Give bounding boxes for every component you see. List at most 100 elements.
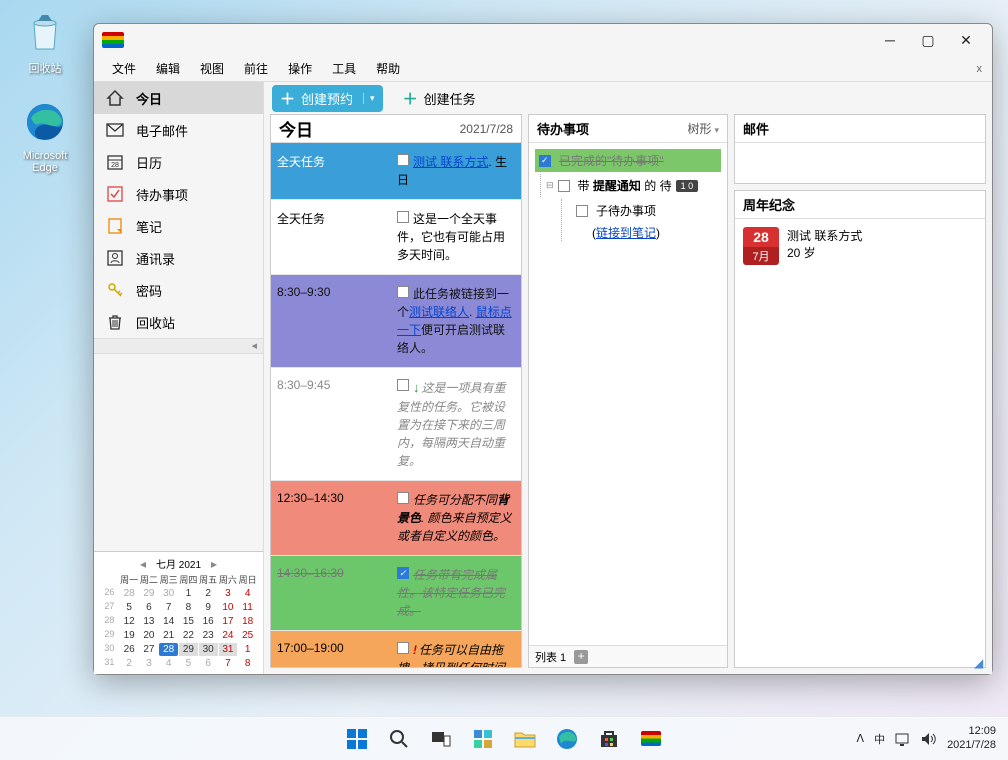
nav-calendar[interactable]: 28 日历 bbox=[94, 146, 263, 178]
minical-day[interactable]: 2 bbox=[120, 657, 139, 670]
checkbox[interactable] bbox=[558, 180, 570, 192]
nav-contacts[interactable]: 通讯录 bbox=[94, 242, 263, 274]
create-task-button[interactable]: ＋ 创建任务 bbox=[395, 85, 484, 112]
checkbox[interactable] bbox=[397, 286, 409, 298]
checkbox[interactable] bbox=[397, 211, 409, 223]
menu-edit[interactable]: 编辑 bbox=[146, 57, 190, 80]
minimize-button[interactable]: ─ bbox=[882, 32, 898, 48]
checkbox-checked[interactable] bbox=[539, 155, 551, 167]
minical-day[interactable]: 3 bbox=[219, 587, 238, 600]
minical-next[interactable]: ▸ bbox=[207, 557, 221, 571]
minical-day[interactable]: 5 bbox=[120, 601, 139, 614]
minical-day[interactable]: 7 bbox=[159, 601, 178, 614]
minical-day[interactable]: 1 bbox=[179, 587, 198, 600]
nav-trash[interactable]: 回收站 bbox=[94, 306, 263, 338]
minical-day[interactable]: 2 bbox=[199, 587, 218, 600]
app-taskbar-button[interactable] bbox=[633, 721, 669, 757]
event-row-allday2[interactable]: 全天任务 这是一个全天事件，它也有可能占用多天时间。 bbox=[271, 200, 521, 275]
minical-day[interactable]: 28 bbox=[159, 643, 178, 656]
menu-actions[interactable]: 操作 bbox=[278, 57, 322, 80]
minical-day[interactable]: 15 bbox=[179, 615, 198, 628]
todo-view-mode[interactable]: 树形▾ bbox=[687, 120, 719, 137]
taskview-button[interactable] bbox=[423, 721, 459, 757]
close-button[interactable]: ✕ bbox=[958, 32, 974, 48]
todo-subitem[interactable]: 子待办事项 (链接到笔记) bbox=[561, 199, 721, 241]
minical-day[interactable]: 30 bbox=[159, 587, 178, 600]
dropdown-icon[interactable]: ▾ bbox=[363, 93, 375, 104]
start-button[interactable] bbox=[339, 721, 375, 757]
event-link[interactable]: 测试联络人 bbox=[409, 305, 469, 319]
minical-day[interactable]: 1 bbox=[238, 643, 257, 656]
todo-link[interactable]: 链接到笔记 bbox=[596, 226, 656, 240]
minical-day[interactable]: 5 bbox=[179, 657, 198, 670]
minical-day[interactable]: 7 bbox=[219, 657, 238, 670]
minical-day[interactable]: 19 bbox=[120, 629, 139, 642]
minical-day[interactable]: 13 bbox=[140, 615, 159, 628]
minical-day[interactable]: 23 bbox=[199, 629, 218, 642]
sidebar-collapse[interactable]: ◂ bbox=[94, 338, 263, 354]
nav-mail[interactable]: 电子邮件 bbox=[94, 114, 263, 146]
explorer-button[interactable] bbox=[507, 721, 543, 757]
network-icon[interactable] bbox=[895, 732, 911, 746]
checkbox[interactable] bbox=[397, 642, 409, 654]
minical-day[interactable]: 20 bbox=[140, 629, 159, 642]
minical-day[interactable]: 28 bbox=[120, 587, 139, 600]
minical-day[interactable]: 12 bbox=[120, 615, 139, 628]
minical-day[interactable]: 27 bbox=[140, 643, 159, 656]
event-link[interactable]: 测试 联系方式 bbox=[413, 155, 488, 169]
todo-list-tab[interactable]: 列表 1 bbox=[535, 649, 566, 665]
event-row-6[interactable]: 14:30–16:30 任务带有完成属性。该特定任务已完成。 bbox=[271, 556, 521, 631]
minical-day[interactable]: 8 bbox=[238, 657, 257, 670]
todo-item-done[interactable]: 已完成的"待办事项" bbox=[535, 149, 721, 172]
menubar-close-icon[interactable]: x bbox=[977, 63, 983, 75]
minical-day[interactable]: 3 bbox=[140, 657, 159, 670]
widgets-button[interactable] bbox=[465, 721, 501, 757]
event-row-3[interactable]: 8:30–9:30 此任务被链接到一个测试联络人. 鼠标点一下便可开启测试联络人… bbox=[271, 275, 521, 368]
ime-indicator[interactable]: 中 bbox=[874, 731, 885, 747]
event-row-5[interactable]: 12:30–14:30 任务可分配不同背景色. 颜色来自预定义或者自定义的颜色。 bbox=[271, 481, 521, 556]
minical-day[interactable]: 11 bbox=[238, 601, 257, 614]
minical-day[interactable]: 18 bbox=[238, 615, 257, 628]
checkbox-checked[interactable] bbox=[397, 567, 409, 579]
tray-chevron-icon[interactable]: ᐱ bbox=[857, 732, 865, 745]
minical-day[interactable]: 22 bbox=[179, 629, 198, 642]
maximize-button[interactable]: ▢ bbox=[920, 32, 936, 48]
menu-help[interactable]: 帮助 bbox=[366, 57, 410, 80]
minical-day[interactable]: 26 bbox=[120, 643, 139, 656]
event-row-allday1[interactable]: 全天任务 测试 联系方式. 生日 bbox=[271, 143, 521, 200]
minical-day[interactable]: 6 bbox=[140, 601, 159, 614]
nav-todo[interactable]: 待办事项 bbox=[94, 178, 263, 210]
nav-today[interactable]: 今日 bbox=[94, 82, 263, 114]
checkbox[interactable] bbox=[397, 492, 409, 504]
minical-day[interactable]: 8 bbox=[179, 601, 198, 614]
minical-day[interactable]: 24 bbox=[219, 629, 238, 642]
checkbox[interactable] bbox=[576, 205, 588, 217]
minical-day[interactable]: 9 bbox=[199, 601, 218, 614]
search-button[interactable] bbox=[381, 721, 417, 757]
checkbox[interactable] bbox=[397, 154, 409, 166]
create-appointment-button[interactable]: ＋ 创建预约 ▾ bbox=[272, 85, 383, 112]
minical-day[interactable]: 30 bbox=[199, 643, 218, 656]
minical-day[interactable]: 29 bbox=[140, 587, 159, 600]
store-button[interactable] bbox=[591, 721, 627, 757]
minical-day[interactable]: 6 bbox=[199, 657, 218, 670]
minical-day[interactable]: 10 bbox=[219, 601, 238, 614]
clock[interactable]: 12:09 2021/7/28 bbox=[947, 725, 996, 751]
minical-day[interactable]: 29 bbox=[179, 643, 198, 656]
nav-notes[interactable]: 笔记 bbox=[94, 210, 263, 242]
menu-view[interactable]: 视图 bbox=[190, 57, 234, 80]
minical-day[interactable]: 21 bbox=[159, 629, 178, 642]
edge-taskbar-button[interactable] bbox=[549, 721, 585, 757]
minical-day[interactable]: 25 bbox=[238, 629, 257, 642]
todo-item-main[interactable]: ⊟ 带 提醒通知 的 待 1 0 bbox=[540, 174, 721, 197]
add-list-button[interactable]: + bbox=[574, 650, 588, 664]
nav-password[interactable]: 密码 bbox=[94, 274, 263, 306]
desktop-edge[interactable]: Microsoft Edge bbox=[10, 98, 80, 174]
event-row-4[interactable]: 8:30–9:45 ↓这是一项具有重复性的任务。它被设置为在接下来的三周内，每隔… bbox=[271, 368, 521, 481]
minical-day[interactable]: 4 bbox=[159, 657, 178, 670]
minical-day[interactable]: 17 bbox=[219, 615, 238, 628]
menu-file[interactable]: 文件 bbox=[102, 57, 146, 80]
volume-icon[interactable] bbox=[921, 732, 937, 746]
checkbox[interactable] bbox=[397, 379, 409, 391]
menu-goto[interactable]: 前往 bbox=[234, 57, 278, 80]
